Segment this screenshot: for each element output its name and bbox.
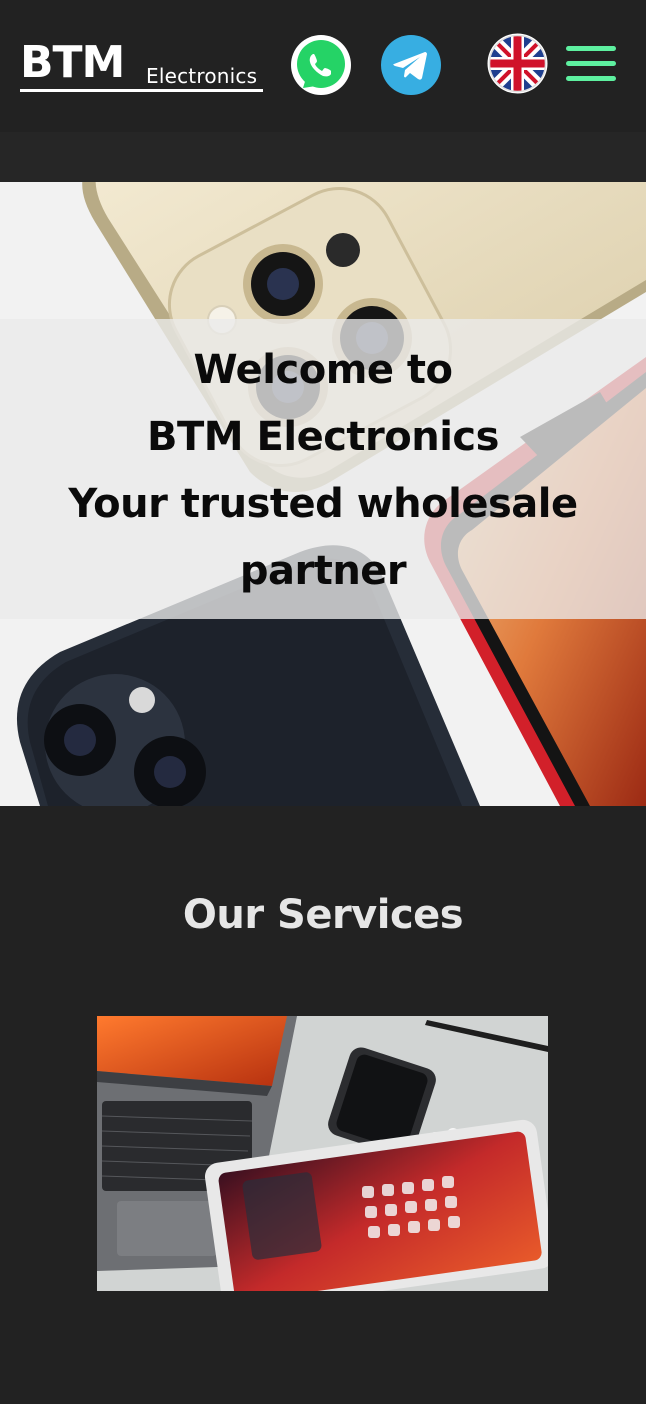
telegram-button[interactable] <box>381 35 441 95</box>
logo-underline <box>20 89 263 92</box>
hero-line-3: Your trusted wholesale <box>68 481 578 527</box>
service-card-image[interactable] <box>97 1016 548 1291</box>
hero-line-1: Welcome to <box>193 347 453 393</box>
language-selector[interactable] <box>487 33 548 94</box>
menu-line <box>566 61 616 66</box>
telegram-icon <box>381 35 441 95</box>
menu-line <box>566 76 616 81</box>
whatsapp-button[interactable] <box>290 34 352 96</box>
uk-flag-icon <box>487 33 548 94</box>
hero-heading: Welcome to BTM Electronics Your trusted … <box>0 337 646 605</box>
logo-sub-text: Electronics <box>146 64 258 88</box>
whatsapp-icon <box>291 35 351 95</box>
hero-line-4: partner <box>239 548 407 594</box>
hero-banner: Welcome to BTM Electronics Your trusted … <box>0 182 646 806</box>
devices-photo-icon <box>97 1016 548 1291</box>
logo-mark-text: BTM <box>20 37 125 88</box>
header-spacer <box>0 132 646 182</box>
hamburger-menu-icon[interactable] <box>566 42 616 86</box>
hero-line-2: BTM Electronics <box>147 414 499 460</box>
menu-line <box>566 46 616 51</box>
services-heading: Our Services <box>182 892 464 938</box>
brand-logo[interactable]: BTM Electronics <box>20 40 264 94</box>
